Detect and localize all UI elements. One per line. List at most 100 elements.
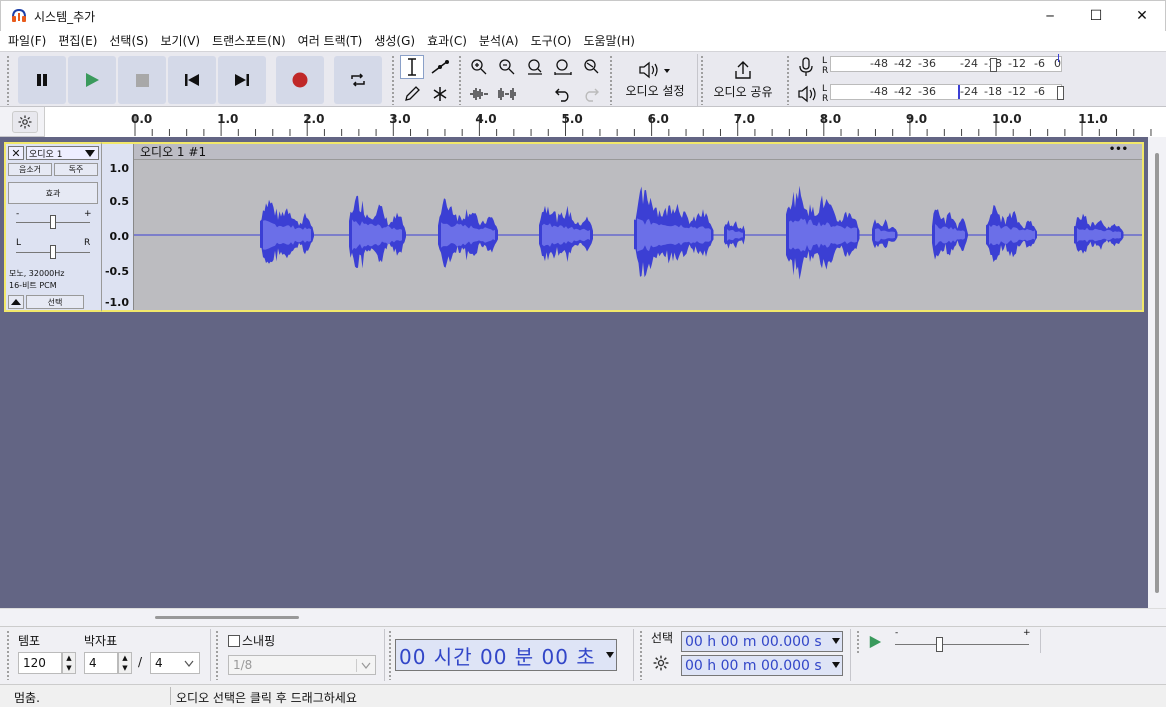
silence-button[interactable] <box>495 82 519 106</box>
collapse-track-button[interactable] <box>8 295 24 309</box>
track-waveform[interactable]: 1.0 0.5 0.0 -0.5 -1.0 오디오 1 #1 ••• <box>101 142 1144 312</box>
envelope-tool[interactable] <box>428 55 452 79</box>
play-at-speed-button[interactable] <box>864 631 886 653</box>
selection-tool[interactable] <box>400 55 424 79</box>
playback-level-slider[interactable] <box>1057 86 1064 100</box>
toolbar-grip[interactable] <box>458 55 462 105</box>
toolbar-grip[interactable] <box>609 55 613 105</box>
vertical-scroll-thumb[interactable] <box>1155 153 1159 593</box>
menu-analyze[interactable]: 분석(A) <box>473 31 525 51</box>
record-meter[interactable]: -48 -42 -36 -24 -18 -12 -6 0 <box>830 52 1070 74</box>
clip-header[interactable]: 오디오 1 #1 ••• <box>134 144 1142 160</box>
menu-transport[interactable]: 트랜스포트(N) <box>206 31 292 51</box>
speed-slider[interactable] <box>936 637 943 652</box>
pan-slider[interactable] <box>50 245 56 259</box>
pan-right-label: R <box>84 238 91 248</box>
toolbar-grip[interactable] <box>639 630 643 680</box>
zoom-in-button[interactable] <box>467 55 491 79</box>
snap-interval-select[interactable]: 1/8 <box>228 655 376 675</box>
record-peak-marker <box>1058 54 1059 62</box>
status-state: 멈춤. <box>14 691 40 705</box>
track-control-panel[interactable]: ✕ 오디오 1 음소거 독주 효과 - + L R 모노, 32000Hz 16… <box>4 142 101 312</box>
fit-project-button[interactable] <box>551 55 575 79</box>
toolbar-grip[interactable] <box>6 630 10 680</box>
undo-button[interactable] <box>551 82 575 106</box>
effects-button[interactable]: 효과 <box>8 182 98 204</box>
fit-selection-button[interactable] <box>523 55 547 79</box>
loop-button[interactable] <box>334 56 382 104</box>
skip-to-start-button[interactable] <box>168 56 216 104</box>
pencil-icon <box>405 86 420 101</box>
tempo-stepper[interactable]: ▲ ▼ <box>62 652 76 674</box>
gain-slider[interactable] <box>50 215 56 229</box>
selection-settings-button[interactable] <box>653 655 669 674</box>
snap-checkbox[interactable] <box>228 634 240 647</box>
trim-button[interactable] <box>467 82 491 106</box>
menu-tools[interactable]: 도구(O) <box>525 31 578 51</box>
zoom-out-button[interactable] <box>495 55 519 79</box>
time-signature-numerator[interactable]: 4 <box>84 652 118 674</box>
maximize-button[interactable]: ☐ <box>1073 1 1119 31</box>
selection-end-time[interactable]: 00 h 00 m 00.000 s <box>681 655 843 676</box>
audio-setup-button[interactable]: 오디오 설정 <box>618 55 692 105</box>
play-icon <box>86 73 99 87</box>
toolbar-grip[interactable] <box>388 630 392 680</box>
playback-meter[interactable]: -48 -42 -36 -24 -18 -12 -6 <box>830 80 1070 102</box>
menu-select[interactable]: 선택(S) <box>103 31 154 51</box>
vertical-scrollbar[interactable] <box>1148 137 1166 608</box>
track-menu-button[interactable]: 오디오 1 <box>26 146 99 160</box>
timeline-settings-button[interactable] <box>12 111 38 133</box>
time-display[interactable]: 00 시간 00 분 00 초 <box>395 639 617 671</box>
selection-start-time[interactable]: 00 h 00 m 00.000 s <box>681 631 843 652</box>
close-track-button[interactable]: ✕ <box>8 146 24 160</box>
time-signature-denominator[interactable]: 4 <box>150 652 200 674</box>
track-area[interactable]: ✕ 오디오 1 음소거 독주 효과 - + L R 모노, 32000Hz 16… <box>0 137 1148 608</box>
menu-edit[interactable]: 편집(E) <box>52 31 103 51</box>
menu-generate[interactable]: 생성(G) <box>368 31 421 51</box>
skip-start-icon <box>185 74 199 86</box>
snap-checkbox-row[interactable]: 스내핑 <box>228 632 275 649</box>
zoom-toggle-button[interactable] <box>579 55 603 79</box>
menu-help[interactable]: 도움말(H) <box>577 31 641 51</box>
share-audio-button[interactable]: 오디오 공유 <box>706 55 780 105</box>
clip-menu-button[interactable]: ••• <box>1109 144 1128 155</box>
record-meter-button[interactable] <box>797 57 815 80</box>
toolbar-grip[interactable] <box>215 630 219 680</box>
record-button[interactable] <box>276 56 324 104</box>
playback-meter-button[interactable] <box>797 85 817 106</box>
clip-body[interactable] <box>134 160 1142 310</box>
play-button[interactable] <box>68 56 116 104</box>
horizontal-scrollbar[interactable] <box>0 608 1166 626</box>
record-level-slider[interactable] <box>990 58 997 72</box>
draw-tool[interactable] <box>400 82 424 106</box>
toolbar-grip[interactable] <box>786 55 790 105</box>
tempo-input[interactable]: 120 <box>18 652 62 674</box>
toolbar-grip[interactable] <box>856 630 860 654</box>
select-track-button[interactable]: 선택 <box>26 295 84 309</box>
multi-tool[interactable] <box>428 82 452 106</box>
minimize-button[interactable]: ─ <box>1027 1 1073 31</box>
timeline-ruler[interactable]: 0.0 1.0 2.0 3.0 4.0 5.0 6.0 7.0 8.0 9.0 10.0 11.0 <box>44 107 1166 137</box>
toolbar-grip[interactable] <box>391 55 395 105</box>
amplitude-scale[interactable]: 1.0 0.5 0.0 -0.5 -1.0 <box>102 144 134 310</box>
speed-slider-track <box>895 644 1029 645</box>
menu-view[interactable]: 보기(V) <box>154 31 206 51</box>
skip-to-end-button[interactable] <box>218 56 266 104</box>
menu-effect[interactable]: 효과(C) <box>421 31 473 51</box>
toolbar-grip[interactable] <box>6 55 10 105</box>
stop-button[interactable] <box>118 56 166 104</box>
solo-button[interactable]: 독주 <box>54 163 98 176</box>
redo-button[interactable] <box>579 82 603 106</box>
menu-file[interactable]: 파일(F) <box>2 31 52 51</box>
zoom-selection-icon <box>528 59 542 75</box>
toolbar-divider <box>850 629 851 681</box>
menu-tracks[interactable]: 여러 트랙(T) <box>292 31 369 51</box>
pause-button[interactable] <box>18 56 66 104</box>
timeline-tick-label: 4.0 <box>475 112 497 126</box>
mute-button[interactable]: 음소거 <box>8 163 52 176</box>
toolbar-grip[interactable] <box>700 55 704 105</box>
numerator-stepper[interactable]: ▲ ▼ <box>118 652 132 674</box>
close-button[interactable]: ✕ <box>1119 1 1165 31</box>
horizontal-scroll-thumb[interactable] <box>155 616 299 619</box>
loop-icon <box>351 73 365 87</box>
